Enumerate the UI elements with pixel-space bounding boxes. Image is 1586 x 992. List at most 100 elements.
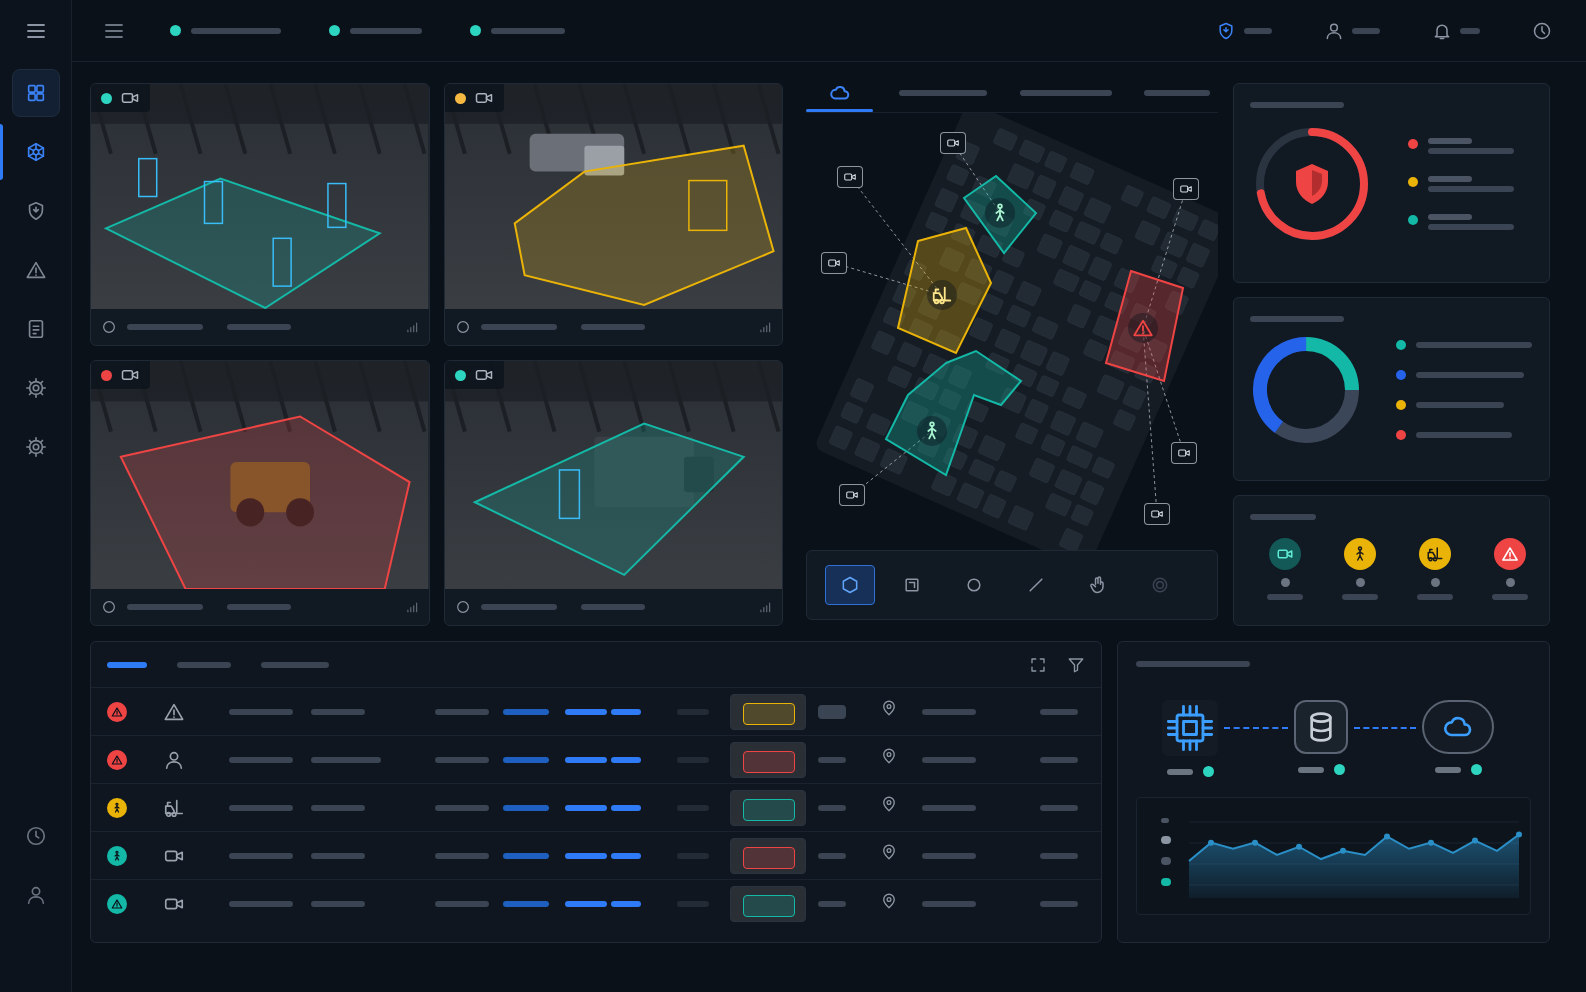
- top-action[interactable]: [1532, 21, 1552, 41]
- placeholder-bar: [1136, 661, 1250, 667]
- top-action[interactable]: [1432, 21, 1480, 41]
- top-action[interactable]: [1324, 21, 1380, 41]
- filter-icon[interactable]: [1067, 656, 1085, 674]
- chart-point: [1340, 848, 1346, 854]
- ring-icon[interactable]: [101, 599, 117, 615]
- status-item: [470, 25, 565, 36]
- forklift-icon: [931, 284, 953, 306]
- map-camera-pin[interactable]: [1144, 503, 1170, 525]
- sidebar-footer-item[interactable]: [19, 878, 53, 912]
- indicator[interactable]: [1487, 538, 1533, 600]
- map-zone[interactable]: [898, 228, 991, 353]
- map-tab[interactable]: [1012, 74, 1119, 112]
- shield-icon: [25, 200, 47, 222]
- throughput-chart: [1136, 797, 1531, 915]
- pipeline-node[interactable]: [1162, 700, 1218, 777]
- indicator[interactable]: [1412, 538, 1458, 600]
- map-zone[interactable]: [964, 176, 1036, 253]
- pipeline-node[interactable]: [1422, 700, 1494, 775]
- shield-icon: [1216, 21, 1236, 41]
- camera-feed[interactable]: [90, 83, 430, 346]
- event-row[interactable]: [91, 880, 1101, 928]
- camera-feed[interactable]: [444, 360, 784, 626]
- chart-point: [1472, 838, 1478, 844]
- map-tool[interactable]: [887, 565, 937, 605]
- map-tab[interactable]: [891, 74, 994, 112]
- indicator-badge: [1269, 538, 1301, 570]
- map-camera-pin[interactable]: [1171, 442, 1197, 464]
- person-icon: [921, 420, 943, 442]
- pin-icon[interactable]: [880, 892, 898, 910]
- pin-icon[interactable]: [880, 795, 898, 813]
- top-actions: [1216, 21, 1552, 41]
- menu-icon[interactable]: [24, 19, 48, 43]
- ring-icon[interactable]: [455, 599, 471, 615]
- map-tool[interactable]: [1073, 565, 1123, 605]
- map-camera-pin[interactable]: [839, 484, 865, 506]
- event-row[interactable]: [91, 784, 1101, 832]
- placeholder-bar: [1417, 594, 1453, 600]
- camera-icon: [1177, 446, 1191, 460]
- indicator[interactable]: [1262, 538, 1308, 600]
- pin-icon[interactable]: [880, 747, 898, 765]
- ring-icon[interactable]: [101, 319, 117, 335]
- sidebar-footer-item[interactable]: [19, 819, 53, 853]
- events-tab[interactable]: [261, 650, 329, 680]
- sidebar-item[interactable]: [0, 423, 72, 471]
- chart-line: [1189, 834, 1519, 861]
- pipeline-node[interactable]: [1294, 700, 1348, 775]
- map-tool[interactable]: [949, 565, 999, 605]
- map-tab[interactable]: [1137, 74, 1218, 112]
- event-row[interactable]: [91, 736, 1101, 784]
- menu-icon[interactable]: [102, 19, 126, 43]
- tool-state: [964, 575, 984, 595]
- indicator[interactable]: [1337, 538, 1383, 600]
- map-camera-pin[interactable]: [821, 252, 847, 274]
- events-tab[interactable]: [177, 650, 231, 680]
- placeholder-bar: [311, 901, 365, 907]
- map-camera-pin[interactable]: [940, 132, 966, 154]
- placeholder-bar: [1144, 90, 1210, 96]
- camera-feed[interactable]: [444, 83, 784, 346]
- map-zone[interactable]: [1106, 271, 1183, 381]
- map-tab[interactable]: [806, 74, 873, 112]
- event-thumbnail[interactable]: [730, 886, 806, 922]
- sidebar-item[interactable]: [0, 364, 72, 412]
- map-camera-pin[interactable]: [1173, 178, 1199, 200]
- hand-icon: [1088, 575, 1108, 595]
- signal-icon: [758, 320, 772, 334]
- sidebar-item[interactable]: [0, 246, 72, 294]
- pin-icon[interactable]: [880, 699, 898, 717]
- top-action[interactable]: [1216, 21, 1272, 41]
- map-toolbar: [806, 550, 1218, 620]
- map-zone[interactable]: [886, 351, 1021, 475]
- events-tab[interactable]: [107, 650, 147, 680]
- camera-feed[interactable]: [90, 360, 430, 626]
- event-thumbnail[interactable]: [730, 694, 806, 730]
- event-thumbnail[interactable]: [730, 838, 806, 874]
- site-map[interactable]: [806, 113, 1218, 550]
- expand-icon[interactable]: [1029, 656, 1047, 674]
- placeholder-bar: [1428, 186, 1514, 192]
- event-row[interactable]: [91, 832, 1101, 880]
- sidebar-item[interactable]: [0, 305, 72, 353]
- map-camera-pin[interactable]: [837, 166, 863, 188]
- placeholder-bar: [1492, 594, 1528, 600]
- sidebar-item[interactable]: [0, 187, 72, 235]
- indicator-dot: [1431, 578, 1440, 587]
- map-tool[interactable]: [1011, 565, 1061, 605]
- sidebar-item[interactable]: [0, 69, 72, 117]
- placeholder-bar: [818, 901, 846, 907]
- placeholder-bar: [127, 324, 203, 330]
- event-row[interactable]: [91, 688, 1101, 736]
- placeholder-bar: [435, 853, 489, 859]
- ring-icon[interactable]: [455, 319, 471, 335]
- pin-icon[interactable]: [880, 843, 898, 861]
- placeholder-bar: [1352, 28, 1380, 34]
- status-dot: [329, 25, 340, 36]
- sidebar-item[interactable]: [0, 128, 72, 176]
- camera-image: [91, 361, 429, 589]
- event-thumbnail[interactable]: [730, 790, 806, 826]
- map-tool[interactable]: [825, 565, 875, 605]
- event-thumbnail[interactable]: [730, 742, 806, 778]
